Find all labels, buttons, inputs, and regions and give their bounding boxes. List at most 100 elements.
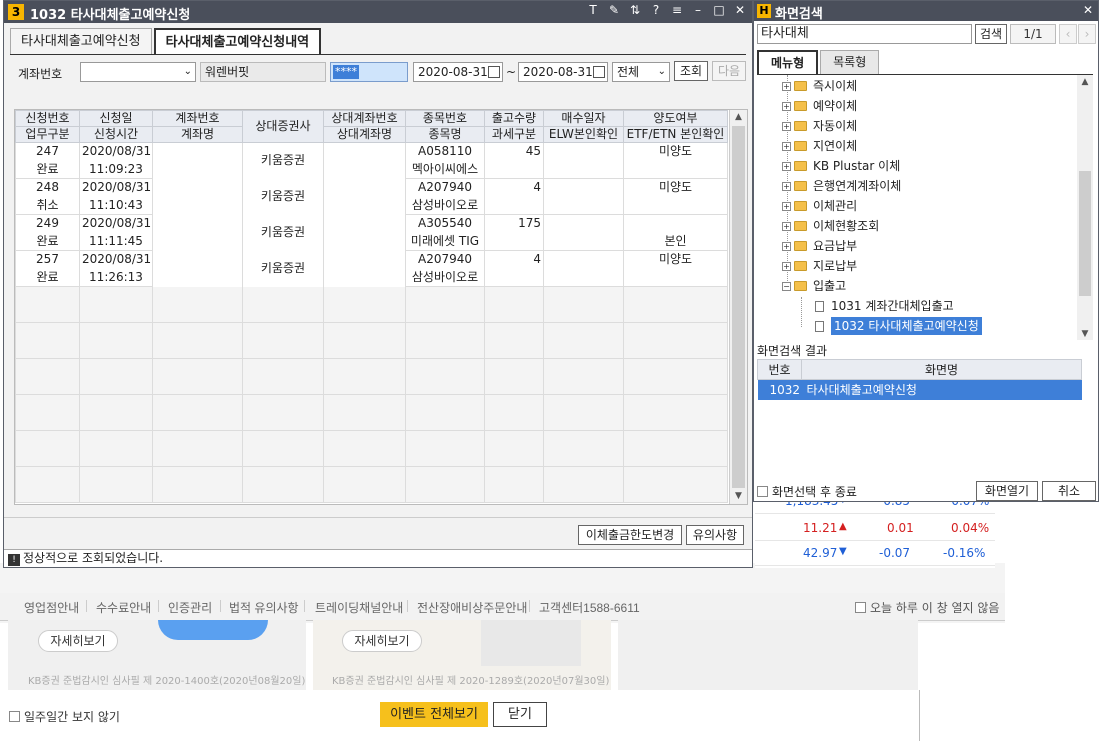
col-header[interactable]: 업무구분	[15, 126, 80, 143]
maximize-icon[interactable]: □	[713, 3, 725, 17]
open-screen-button[interactable]: 화면열기	[976, 481, 1038, 501]
filter-select[interactable]: 전체 ⌄	[612, 62, 670, 82]
col-header[interactable]: 매수일자	[543, 110, 624, 127]
footer-link-emergency[interactable]: 전산장애비상주문안내	[417, 599, 527, 616]
table-row[interactable]: 247 2020/08/31 키움증권 A058110 45 미양도	[15, 142, 728, 179]
calendar-icon[interactable]	[593, 66, 605, 78]
col-header[interactable]: 종목번호	[405, 110, 485, 127]
scroll-thumb[interactable]	[1079, 171, 1091, 296]
tab-list[interactable]: 목록형	[820, 50, 880, 74]
detail-button[interactable]: 자세히보기	[342, 630, 422, 652]
date-to-field[interactable]: 2020-08-31	[518, 62, 608, 82]
date-from-field[interactable]: 2020-08-31	[413, 62, 503, 82]
popup-close-button[interactable]: 닫기	[493, 702, 547, 727]
expand-icon[interactable]: +	[782, 101, 791, 111]
expand-icon[interactable]: +	[782, 141, 791, 151]
tab-request-history[interactable]: 타사대체출고예약신청내역	[153, 28, 322, 54]
link-icon[interactable]: ⇅	[629, 3, 641, 17]
tree-screen[interactable]: 1031 계좌간대체입출고	[815, 297, 954, 315]
expand-icon[interactable]: +	[782, 221, 791, 231]
menu-icon[interactable]: ≡	[671, 3, 683, 17]
tree-folder[interactable]: + KB Plustar 이체	[782, 157, 900, 175]
expand-icon[interactable]: +	[782, 121, 791, 131]
col-header[interactable]: 양도여부	[623, 110, 728, 127]
col-header[interactable]: 종목명	[405, 126, 485, 143]
transfer-limit-button[interactable]: 이체출금한도변경	[578, 525, 682, 545]
help-icon[interactable]: ?	[650, 3, 662, 17]
col-header[interactable]: 상대증권사	[242, 110, 324, 143]
tree-folder[interactable]: + 요금납부	[782, 237, 857, 255]
footer-link-branch[interactable]: 영업점안내	[24, 599, 79, 616]
prev-page-icon[interactable]: ‹	[1059, 24, 1077, 44]
password-field[interactable]: ****	[330, 62, 408, 82]
col-header[interactable]: 계좌명	[152, 126, 243, 143]
col-header[interactable]: 상대계좌명	[323, 126, 406, 143]
event-all-button[interactable]: 이벤트 전체보기	[380, 702, 488, 727]
footer-link-channel[interactable]: 트레이딩채널안내	[315, 599, 403, 616]
checkbox[interactable]	[855, 602, 866, 613]
detail-button[interactable]: 자세히보기	[38, 630, 118, 652]
tree-folder[interactable]: + 이체관리	[782, 197, 857, 215]
scroll-up-icon[interactable]: ▲	[1077, 75, 1093, 89]
next-page-icon[interactable]: ›	[1078, 24, 1096, 44]
tree-scrollbar[interactable]: ▲ ▼	[1077, 75, 1093, 340]
week-hide[interactable]: 일주일간 보지 않기	[9, 708, 120, 725]
edit-icon[interactable]: ✎	[608, 3, 620, 17]
scroll-thumb[interactable]	[732, 126, 745, 488]
col-header[interactable]: 과세구분	[484, 126, 544, 143]
col-header[interactable]: ETF/ETN 본인확인	[623, 126, 728, 143]
close-icon[interactable]: ✕	[734, 3, 746, 17]
result-row[interactable]: 1032 타사대체출고예약신청	[757, 379, 1082, 400]
close-after-select[interactable]: 화면선택 후 종료	[757, 483, 857, 500]
tree-screen-selected[interactable]: 1032 타사대체출고예약신청	[815, 317, 982, 335]
tree-folder[interactable]: + 은행연계계좌이체	[782, 177, 901, 195]
checkbox[interactable]	[9, 711, 20, 722]
tree-folder[interactable]: + 예약이체	[782, 97, 857, 115]
notice-button[interactable]: 유의사항	[686, 525, 744, 545]
col-header[interactable]: 신청번호	[15, 110, 80, 127]
expand-icon[interactable]: +	[782, 241, 791, 251]
tree-folder[interactable]: + 자동이체	[782, 117, 857, 135]
dont-show-today[interactable]: 오늘 하루 이 창 열지 않음	[855, 599, 999, 616]
table-row[interactable]: 257 2020/08/31 키움증권 A207940 4 미양도	[15, 250, 728, 287]
cancel-button[interactable]: 취소	[1042, 481, 1096, 501]
scroll-up-icon[interactable]: ▲	[730, 110, 747, 125]
search-button[interactable]: 조회	[674, 61, 708, 81]
tree-folder[interactable]: + 지연이체	[782, 137, 857, 155]
col-header[interactable]: 신청시간	[79, 126, 153, 143]
col-header[interactable]: 계좌번호	[152, 110, 243, 127]
grid-scrollbar[interactable]: ▲ ▼	[729, 110, 747, 504]
footer-link-legal[interactable]: 법적 유의사항	[229, 599, 299, 616]
tree-folder[interactable]: + 즉시이체	[782, 77, 857, 95]
tree-folder[interactable]: + 지로납부	[782, 257, 857, 275]
tab-request[interactable]: 타사대체출고예약신청	[10, 28, 152, 54]
col-header[interactable]: ELW본인확인	[543, 126, 624, 143]
footer-link-cert[interactable]: 인증관리	[168, 599, 212, 616]
expand-icon[interactable]: +	[782, 161, 791, 171]
collapse-icon[interactable]: −	[782, 281, 791, 291]
expand-icon[interactable]: +	[782, 201, 791, 211]
close-icon[interactable]: ✕	[1083, 3, 1093, 17]
next-button[interactable]: 다음	[712, 61, 746, 81]
expand-icon[interactable]: +	[782, 81, 791, 91]
tab-menu[interactable]: 메뉴형	[757, 50, 819, 74]
calendar-icon[interactable]	[488, 66, 500, 78]
tree-folder[interactable]: + 이체현황조회	[782, 217, 879, 235]
table-row[interactable]: 249 2020/08/31 키움증권 A305540 175	[15, 214, 728, 251]
scroll-down-icon[interactable]: ▼	[1077, 327, 1093, 340]
pin-icon[interactable]: T	[587, 3, 599, 17]
table-row[interactable]: 248 2020/08/31 키움증권 A207940 4 미양도	[15, 178, 728, 215]
account-select[interactable]: ⌄	[80, 62, 196, 82]
col-header[interactable]: 출고수량	[484, 110, 544, 127]
expand-icon[interactable]: +	[782, 261, 791, 271]
search-input[interactable]: 타사대체	[757, 24, 972, 44]
footer-link-callcenter[interactable]: 고객센터1588-6611	[539, 599, 640, 616]
scroll-down-icon[interactable]: ▼	[730, 489, 747, 504]
search-button[interactable]: 검색	[975, 24, 1007, 44]
expand-icon[interactable]: +	[782, 181, 791, 191]
minimize-icon[interactable]: –	[692, 3, 704, 17]
col-header[interactable]: 상대계좌번호	[323, 110, 406, 127]
col-header[interactable]: 신청일	[79, 110, 153, 127]
footer-link-fee[interactable]: 수수료안내	[96, 599, 151, 616]
checkbox[interactable]	[757, 486, 768, 497]
